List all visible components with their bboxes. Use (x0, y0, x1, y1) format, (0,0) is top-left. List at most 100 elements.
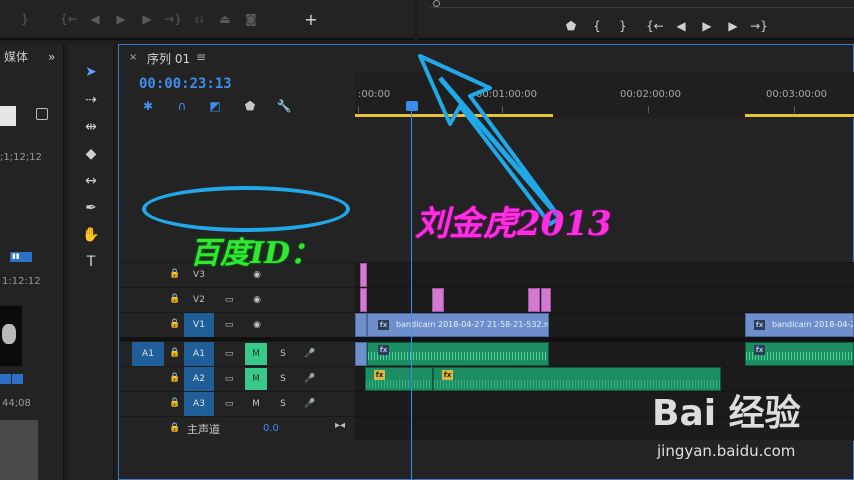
source-patch-a1[interactable]: A1 (132, 342, 164, 366)
eye-icon[interactable]: ◉ (246, 289, 268, 311)
fx-badge: fx (442, 370, 453, 380)
sync-lock-icon[interactable]: ▭ (218, 393, 240, 415)
lock-icon[interactable]: 🔒 (169, 269, 180, 279)
annotation-text-pink: 刘金虎2013 (415, 204, 612, 244)
program-scrub-bar[interactable] (430, 0, 854, 8)
mute-button[interactable]: M (245, 368, 267, 390)
lock-icon[interactable]: 🔒 (169, 348, 180, 358)
pen-tool-icon[interactable]: ✒ (80, 198, 102, 218)
play-button-right[interactable]: ▶ (694, 16, 720, 36)
v1-clip[interactable]: fx bandicam 2018-04-2 (745, 313, 854, 337)
lock-icon[interactable]: 🔒 (169, 398, 180, 408)
nest-sequence-icon[interactable]: ✱ (139, 98, 157, 114)
v2-clip[interactable] (432, 288, 444, 312)
close-icon[interactable]: × (129, 52, 137, 63)
add-marker-icon[interactable]: ⬟ (241, 98, 259, 114)
snap-icon[interactable]: ∩ (173, 98, 191, 114)
step-back-button[interactable]: ◀ (82, 9, 108, 29)
a1-clip[interactable]: fx (745, 342, 854, 366)
lock-icon[interactable]: 🔒 (169, 373, 180, 383)
master-volume-value[interactable]: 0.0 (263, 423, 279, 434)
project-thumbnail-grey[interactable] (0, 420, 38, 480)
go-to-in-button[interactable]: {← (56, 9, 82, 29)
a2-clip[interactable]: fx (365, 367, 433, 391)
go-to-out-button-right[interactable]: →} (746, 16, 772, 36)
overwrite-icon[interactable]: ⏏ (212, 9, 238, 29)
eye-icon[interactable]: ◉ (246, 314, 268, 336)
play-button[interactable]: ▶ (108, 9, 134, 29)
selection-tool-icon[interactable]: ➤ (80, 62, 102, 82)
ruler-label: 00:03:00:00 (766, 89, 828, 100)
step-forward-button-right[interactable]: ▶ (720, 16, 746, 36)
track-area-v2[interactable] (355, 287, 854, 312)
project-thumbnail-dark[interactable] (0, 306, 22, 366)
search-icon[interactable] (36, 108, 48, 120)
timeline-settings-icon[interactable]: 🔧 (275, 98, 293, 114)
track-name-a2[interactable]: A2 (184, 367, 214, 391)
track-select-tool-icon[interactable]: ⇢ (80, 90, 102, 110)
v1-clip[interactable] (355, 313, 367, 337)
v1-clip-label: bandicam 2018-04-27 21-58-21-532.m (396, 320, 549, 329)
solo-button[interactable]: S (272, 343, 294, 365)
track-name-a3[interactable]: A3 (184, 392, 214, 416)
step-back-button-right[interactable]: ◀ (668, 16, 694, 36)
go-to-in-button-right[interactable]: {← (642, 16, 668, 36)
v2-clip[interactable] (360, 288, 367, 312)
track-area-v3[interactable] (355, 262, 854, 287)
lock-icon[interactable]: 🔒 (169, 319, 180, 329)
sync-lock-icon[interactable]: ▭ (218, 289, 240, 311)
razor-tool-icon[interactable]: ◆ (80, 144, 102, 164)
work-area-bar[interactable] (745, 114, 854, 117)
go-to-out-button[interactable]: →} (160, 9, 186, 29)
mute-button[interactable]: M (245, 343, 267, 365)
lock-icon[interactable]: 🔒 (169, 423, 180, 433)
marker-icon[interactable]: ⬟ (558, 16, 584, 36)
sync-lock-icon[interactable]: ▭ (218, 368, 240, 390)
solo-button[interactable]: S (272, 368, 294, 390)
mark-out-button[interactable]: } (12, 9, 38, 29)
insert-icon[interactable]: ⎌ (186, 9, 212, 29)
step-forward-button[interactable]: ▶ (134, 9, 160, 29)
microphone-icon[interactable]: 🎤 (299, 393, 321, 415)
sync-lock-icon[interactable]: ▭ (218, 343, 240, 365)
solo-button[interactable]: S (272, 393, 294, 415)
mute-button[interactable]: M (245, 393, 267, 415)
v3-clip[interactable] (360, 263, 367, 287)
panel-menu-icon[interactable]: ≡ (196, 50, 206, 64)
a1-clip[interactable]: fx (367, 342, 549, 366)
program-scrub-knob[interactable] (433, 0, 440, 7)
slip-tool-icon[interactable]: ↔ (80, 171, 102, 191)
v2-clip[interactable] (541, 288, 551, 312)
master-track-label: 主声道 (187, 423, 220, 436)
project-thumbnail[interactable] (0, 106, 16, 126)
hand-tool-icon[interactable]: ✋ (80, 225, 102, 245)
watermark-url: jingyan.baidu.com (657, 442, 796, 460)
v2-clip[interactable] (528, 288, 540, 312)
playhead-timecode[interactable]: 00:00:23:13 (139, 76, 232, 92)
add-button-icon[interactable]: + (298, 9, 324, 29)
microphone-icon[interactable]: 🎤 (299, 343, 321, 365)
fx-badge: fx (378, 320, 389, 330)
project-panel-tab[interactable]: 媒体 (4, 48, 28, 65)
ruler-label: 00:02:00:00 (620, 89, 682, 100)
audio-waveform (368, 352, 548, 360)
linked-selection-icon[interactable]: ◩ (206, 98, 224, 114)
fx-badge: fx (378, 345, 389, 355)
type-tool-icon[interactable]: T (80, 252, 102, 272)
go-to-end-icon[interactable]: ▸◂ (335, 420, 345, 431)
mark-in-button[interactable]: { (584, 16, 610, 36)
a1-clip[interactable] (355, 342, 367, 366)
sequence-tab-title[interactable]: 序列 01 (147, 50, 190, 67)
v1-clip[interactable]: fx bandicam 2018-04-27 21-58-21-532.m (367, 313, 549, 337)
camera-icon[interactable]: ◙ (238, 9, 264, 29)
track-name-a1[interactable]: A1 (184, 342, 214, 366)
ripple-edit-tool-icon[interactable]: ⇹ (80, 117, 102, 137)
lock-icon[interactable]: 🔒 (169, 294, 180, 304)
panel-overflow-icon[interactable]: » (48, 50, 55, 64)
track-name-v1[interactable]: V1 (184, 313, 214, 337)
track-name-v2[interactable]: V2 (184, 288, 214, 312)
project-item-duration: 44;08 (2, 398, 31, 409)
mark-out-button-right[interactable]: } (610, 16, 636, 36)
sync-lock-icon[interactable]: ▭ (218, 314, 240, 336)
microphone-icon[interactable]: 🎤 (299, 368, 321, 390)
